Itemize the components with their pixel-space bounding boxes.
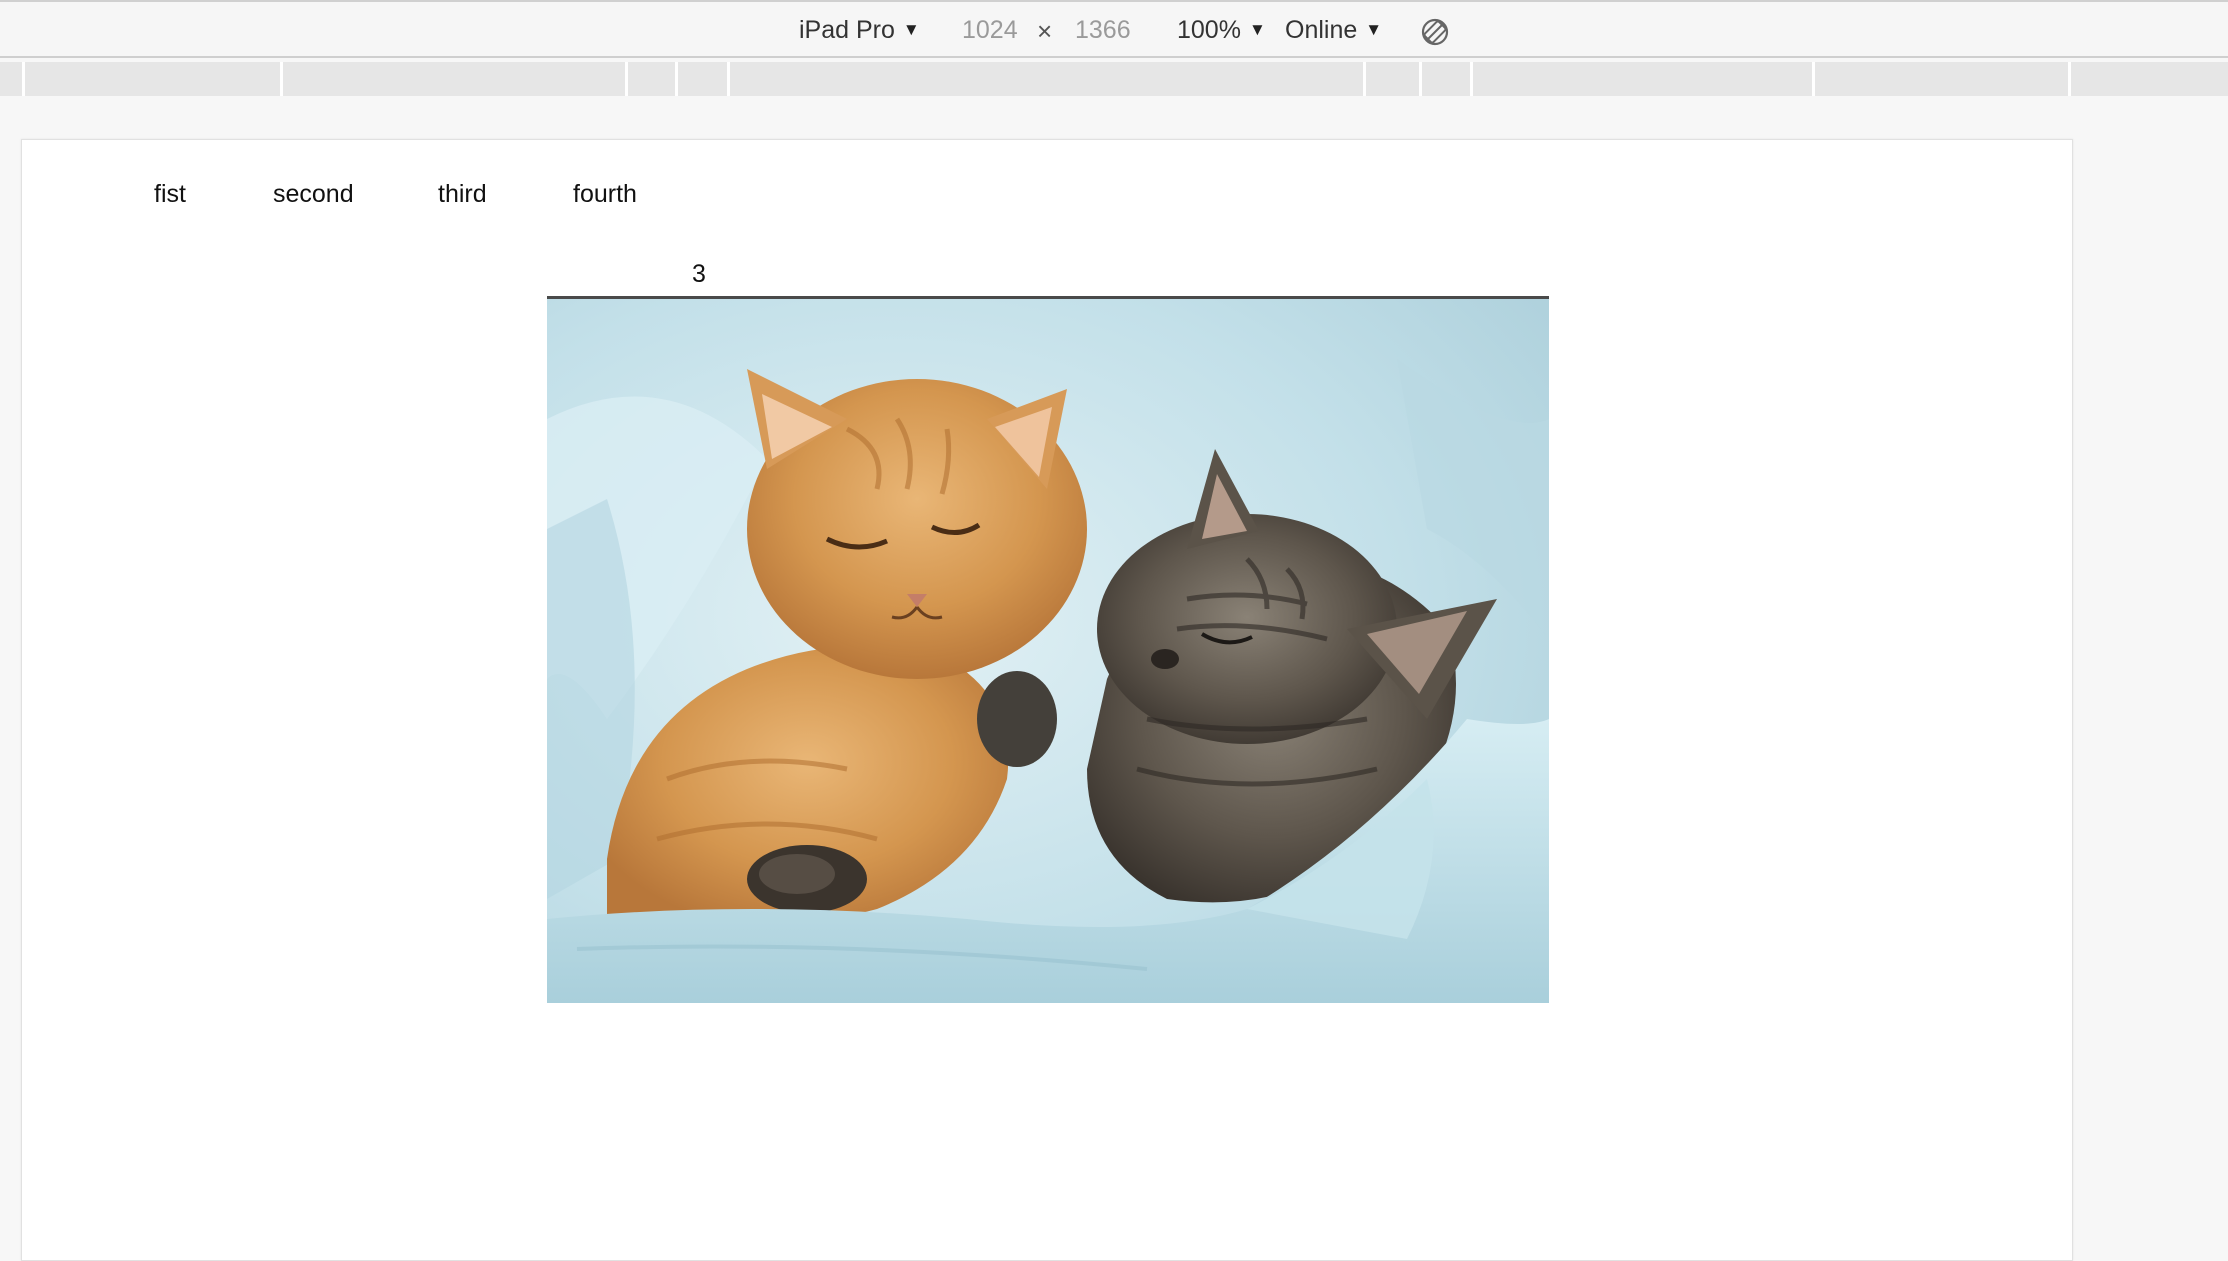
height-input[interactable]: 1366 xyxy=(1075,16,1131,45)
slide-index: 3 xyxy=(692,260,706,288)
kittens-image xyxy=(547,296,1549,1003)
media-query-segment[interactable] xyxy=(22,62,280,96)
zoom-value: 100% xyxy=(1177,16,1241,44)
rotate-device-icon[interactable] xyxy=(1420,17,1450,47)
chevron-down-icon: ▼ xyxy=(902,20,920,39)
width-input[interactable]: 1024 xyxy=(962,16,1018,45)
media-query-segment[interactable] xyxy=(625,62,675,96)
device-select[interactable]: iPad Pro ▼ xyxy=(799,16,920,45)
media-query-segment[interactable] xyxy=(2068,62,2228,96)
nav-link-fourth[interactable]: fourth xyxy=(573,180,637,209)
zoom-select[interactable]: 100% ▼ xyxy=(1177,16,1266,45)
dimension-times-icon: × xyxy=(1037,16,1053,46)
media-query-segment[interactable] xyxy=(727,62,1363,96)
device-viewport: fist second third fourth 3 xyxy=(21,139,2073,1261)
device-name: iPad Pro xyxy=(799,16,895,44)
media-query-bar xyxy=(0,62,2228,96)
media-query-segment[interactable] xyxy=(675,62,727,96)
nav-link-second[interactable]: second xyxy=(273,180,354,209)
nav-link-third[interactable]: third xyxy=(438,180,487,209)
network-select[interactable]: Online ▼ xyxy=(1285,16,1382,45)
chevron-down-icon: ▼ xyxy=(1365,20,1383,39)
media-query-segment[interactable] xyxy=(1363,62,1419,96)
device-toolbar: iPad Pro ▼ 1024 × 1366 100% ▼ Online ▼ xyxy=(0,0,2228,58)
network-value: Online xyxy=(1285,16,1358,44)
media-query-segment[interactable] xyxy=(280,62,625,96)
media-query-segment[interactable] xyxy=(1419,62,1470,96)
media-query-segment[interactable] xyxy=(1470,62,1812,96)
media-query-segment[interactable] xyxy=(1812,62,2068,96)
chevron-down-icon: ▼ xyxy=(1248,20,1266,39)
nav-link-fist[interactable]: fist xyxy=(154,180,186,209)
